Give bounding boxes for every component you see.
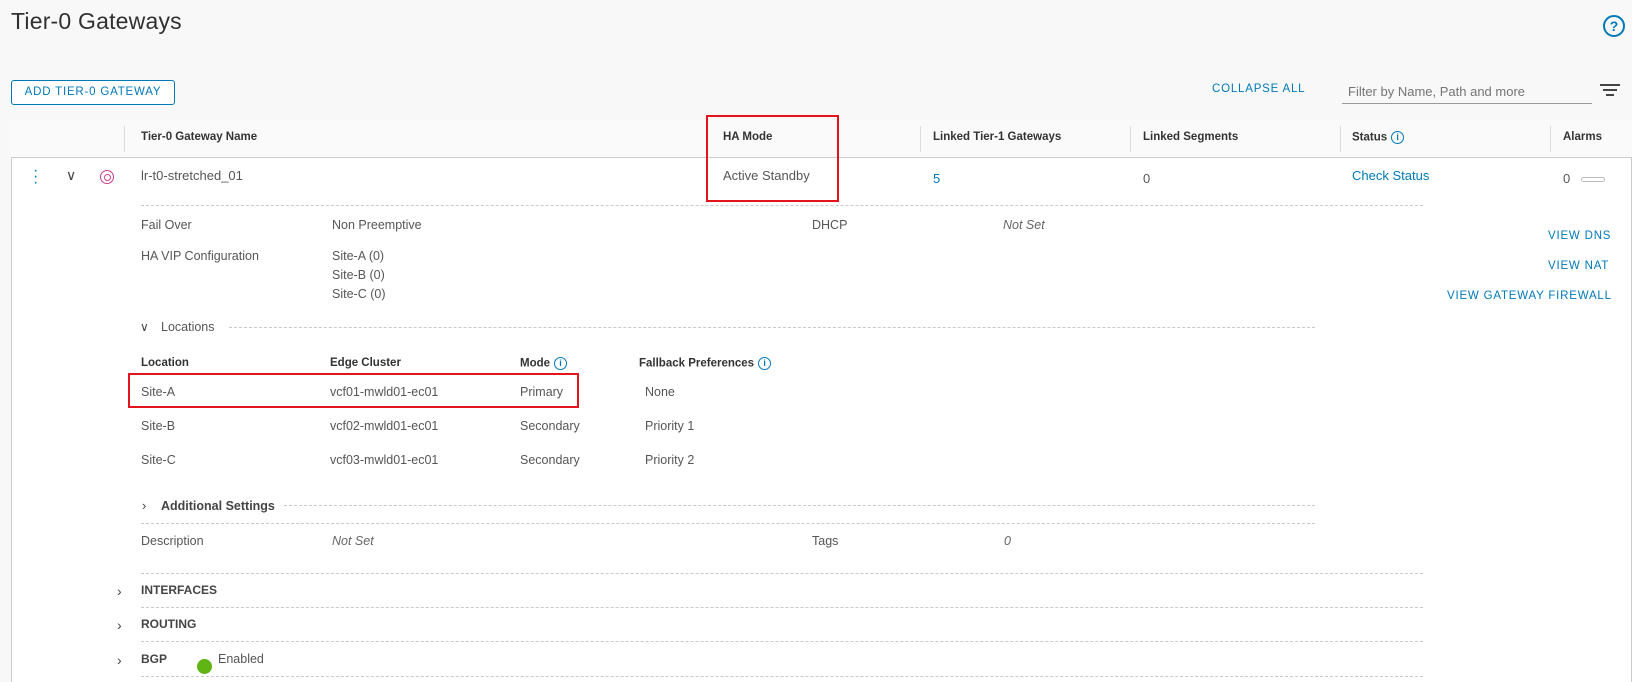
ha-mode-value: Active Standby [723,168,810,183]
column-header-alarms[interactable]: Alarms [1563,131,1602,143]
page-title: Tier-0 Gateways [11,8,182,34]
status-enabled-icon [197,659,212,674]
fail-over-value: Non Preemptive [332,218,422,232]
edge-cluster-cell: vcf03-mwld01-ec01 [330,453,439,467]
routing-section[interactable]: ROUTING [141,617,196,631]
location-cell: Site-A [141,385,176,399]
info-icon[interactable]: i [1391,131,1405,144]
dhcp-value: Not Set [1003,218,1045,232]
check-status-link[interactable]: Check Status [1352,168,1429,183]
edge-cluster-cell: vcf01-mwld01-ec01 [330,385,439,399]
interfaces-section[interactable]: INTERFACES [141,583,217,597]
column-header-linked-tier1[interactable]: Linked Tier-1 Gateways [933,131,1061,143]
view-nat-link[interactable]: VIEW NAT [1548,260,1609,272]
tags-value: 0 [1004,534,1011,548]
locations-header-location: Location [141,357,189,369]
collapse-all-button[interactable]: COLLAPSE ALL [1212,83,1305,95]
info-icon[interactable]: i [758,357,772,370]
chevron-down-icon[interactable]: ∨ [140,320,149,334]
view-dns-link[interactable]: VIEW DNS [1548,230,1611,242]
chevron-right-icon[interactable]: › [117,583,122,599]
chevron-down-icon[interactable]: ∨ [66,167,76,184]
help-icon[interactable]: ? [1603,15,1625,37]
ha-vip-label: HA VIP Configuration [141,249,259,263]
ha-vip-value: Site-C (0) [332,287,386,301]
additional-settings-toggle[interactable]: Additional Settings [161,499,275,513]
info-icon[interactable]: i [554,357,568,370]
column-header-status[interactable]: Status i [1352,131,1405,144]
alarm-bar [1581,177,1605,182]
add-tier0-gateway-button[interactable]: ADD TIER-0 GATEWAY [11,80,175,105]
view-gateway-firewall-link[interactable]: VIEW GATEWAY FIREWALL [1447,290,1612,302]
tags-label: Tags [812,534,839,548]
locations-header-fallback-label: Fallback Preferences [639,357,755,370]
linked-segments-value: 0 [1143,171,1151,186]
fallback-cell: None [645,385,675,399]
filter-icon[interactable] [1600,84,1620,98]
column-header-name[interactable]: Tier-0 Gateway Name [141,131,257,143]
ha-vip-value: Site-B (0) [332,268,385,282]
chevron-right-icon[interactable]: › [117,617,122,633]
ha-mode-highlight [706,115,839,202]
description-label: Description [141,534,204,548]
locations-header-mode-label: Mode [520,357,551,370]
location-cell: Site-C [141,453,176,467]
fail-over-label: Fail Over [141,218,192,232]
alarms-count: 0 [1563,171,1571,186]
row-actions-icon[interactable]: · · · [33,163,41,191]
bgp-section[interactable]: BGP [141,652,167,666]
locations-header-mode: Mode i [520,357,568,370]
locations-header-fallback: Fallback Preferences i [639,357,772,370]
chevron-right-icon[interactable]: › [117,652,122,668]
edge-cluster-cell: vcf02-mwld01-ec01 [330,419,439,433]
locations-toggle[interactable]: Locations [161,320,215,334]
column-header-linked-segments[interactable]: Linked Segments [1143,131,1238,143]
gateway-name: lr-t0-stretched_01 [141,168,243,183]
linked-tier1-link[interactable]: 5 [933,171,940,186]
bgp-status: Enabled [218,652,264,666]
fallback-cell: Priority 1 [645,419,695,433]
description-value: Not Set [332,534,374,548]
mode-cell: Secondary [520,419,580,433]
mode-cell: Secondary [520,453,580,467]
locations-header-edge-cluster: Edge Cluster [330,357,401,369]
tier0-gateway-icon [100,170,114,184]
dhcp-label: DHCP [812,218,848,232]
filter-input[interactable] [1342,80,1592,104]
location-cell: Site-B [141,419,176,433]
mode-cell: Primary [520,385,564,399]
fallback-cell: Priority 2 [645,453,695,467]
chevron-right-icon[interactable]: › [142,498,146,513]
column-header-status-label: Status [1352,131,1388,144]
ha-vip-value: Site-A (0) [332,249,385,263]
